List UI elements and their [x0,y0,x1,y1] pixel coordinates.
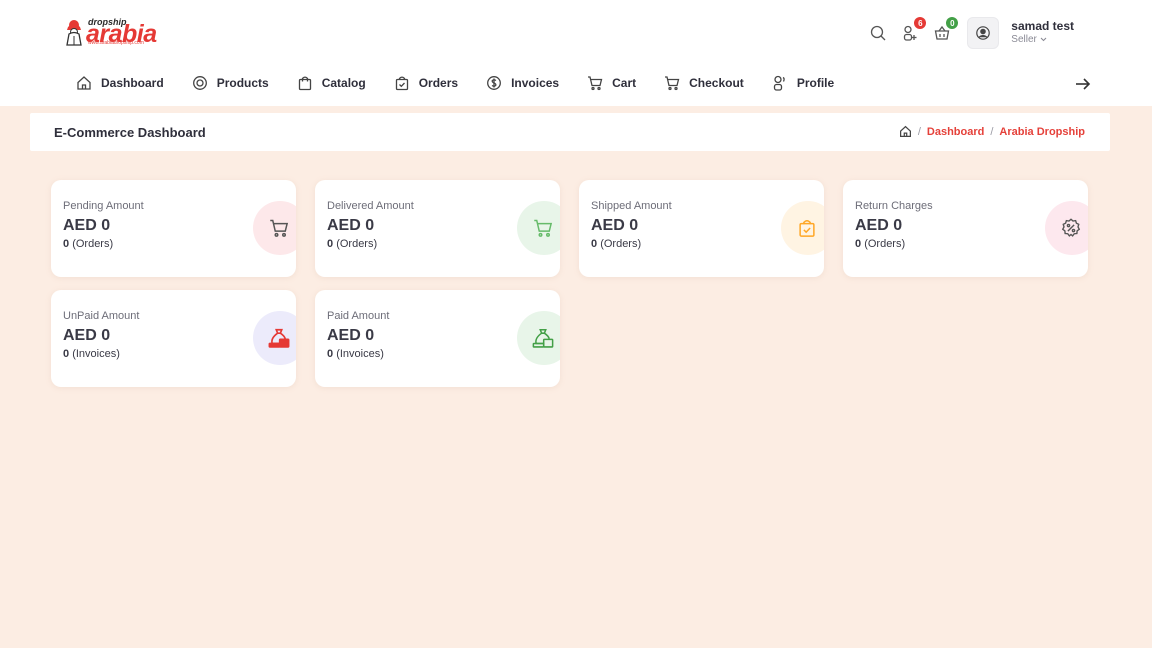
card-amount: AED 0 [63,217,111,234]
card-amount: AED 0 [591,217,639,234]
avatar[interactable] [967,17,1000,49]
user-circle-icon [976,26,991,40]
cart-icon [534,219,553,237]
user-name: samad test [1011,19,1074,33]
breadcrumb: / Dashboard / Arabia Dropship [899,125,1085,138]
nav-item-checkout[interactable]: Checkout [664,75,744,91]
card-count: 0 (Orders) [591,238,642,250]
user-role: Seller [1011,33,1074,47]
cart-badge: 0 [946,17,959,29]
user-menu[interactable]: samad test Seller [1011,19,1074,47]
cart-icon [270,219,289,237]
page-header: E-Commerce Dashboard / Dashboard / Arabi… [30,113,1110,151]
card-count: 0 (Orders) [327,238,378,250]
card-label: Return Charges [855,200,933,212]
card-icon-circle [517,311,560,365]
breadcrumb-dashboard[interactable]: Dashboard [927,126,984,138]
return-charges-card[interactable]: Return Charges AED 0 0 (Orders) [843,180,1088,277]
nav-item-products[interactable]: Products [192,75,269,91]
logo-figure-icon [66,20,82,46]
users-badge: 6 [914,17,927,29]
shopping-bag-icon [298,76,311,91]
card-amount: AED 0 [63,327,111,344]
bag-check-icon [395,76,408,91]
box-check-icon [799,219,815,237]
home-icon[interactable] [899,125,912,138]
target-icon [192,76,207,90]
money-icon [487,76,502,90]
arrow-right-icon [1076,78,1091,90]
users-notification-button[interactable]: 6 [899,17,927,44]
nav-item-cart[interactable]: Cart [587,75,636,91]
logo-url-text: www.arabiadropship.com [88,40,144,46]
money-bag-icon [268,328,290,348]
money-bag-icon [532,328,554,348]
card-count: 0 (Invoices) [63,348,120,360]
breadcrumb-arabia-dropship[interactable]: Arabia Dropship [999,126,1085,138]
card-icon-circle [253,201,296,255]
card-amount: AED 0 [855,217,903,234]
card-icon-circle [517,201,560,255]
card-amount: AED 0 [327,327,375,344]
nav-scroll-right-button[interactable] [1074,75,1092,98]
search-button[interactable] [867,22,889,44]
delivered-amount-card[interactable]: Delivered Amount AED 0 0 (Orders) [315,180,560,277]
card-count: 0 (Invoices) [327,348,384,360]
paid-amount-card[interactable]: Paid Amount AED 0 0 (Invoices) [315,290,560,387]
home-icon [77,76,91,90]
card-amount: AED 0 [327,217,375,234]
brand-logo[interactable]: dropship arabia www.arabiadropship.com [64,16,164,48]
top-bar: dropship arabia www.arabiadropship.com 6… [0,0,1152,106]
card-icon-circle [781,201,824,255]
cart-button[interactable]: 0 [931,17,959,44]
main-nav: Dashboard Products Catalog Orders Invoic… [76,72,862,94]
card-label: Paid Amount [327,310,390,322]
nav-item-orders[interactable]: Orders [394,75,458,91]
search-icon [871,25,886,41]
card-label: UnPaid Amount [63,310,140,322]
cart-icon [665,76,680,91]
unpaid-amount-card[interactable]: UnPaid Amount AED 0 0 (Invoices) [51,290,296,387]
card-icon-circle [253,311,296,365]
nav-item-profile[interactable]: Profile [772,75,834,91]
cart-icon [588,76,603,91]
chevron-down-icon [1040,37,1047,42]
nav-item-invoices[interactable]: Invoices [486,75,559,91]
page-title: E-Commerce Dashboard [54,125,206,140]
users-icon [773,75,785,91]
card-count: 0 (Orders) [855,238,906,250]
nav-item-dashboard[interactable]: Dashboard [76,75,164,91]
card-icon-circle [1045,201,1088,255]
card-label: Pending Amount [63,200,144,212]
nav-item-catalog[interactable]: Catalog [297,75,366,91]
discount-icon [1061,218,1081,237]
card-count: 0 (Orders) [63,238,114,250]
shipped-amount-card[interactable]: Shipped Amount AED 0 0 (Orders) [579,180,824,277]
pending-amount-card[interactable]: Pending Amount AED 0 0 (Orders) [51,180,296,277]
header-actions: 6 0 samad test Seller [867,16,1074,50]
card-label: Shipped Amount [591,200,672,212]
card-label: Delivered Amount [327,200,414,212]
